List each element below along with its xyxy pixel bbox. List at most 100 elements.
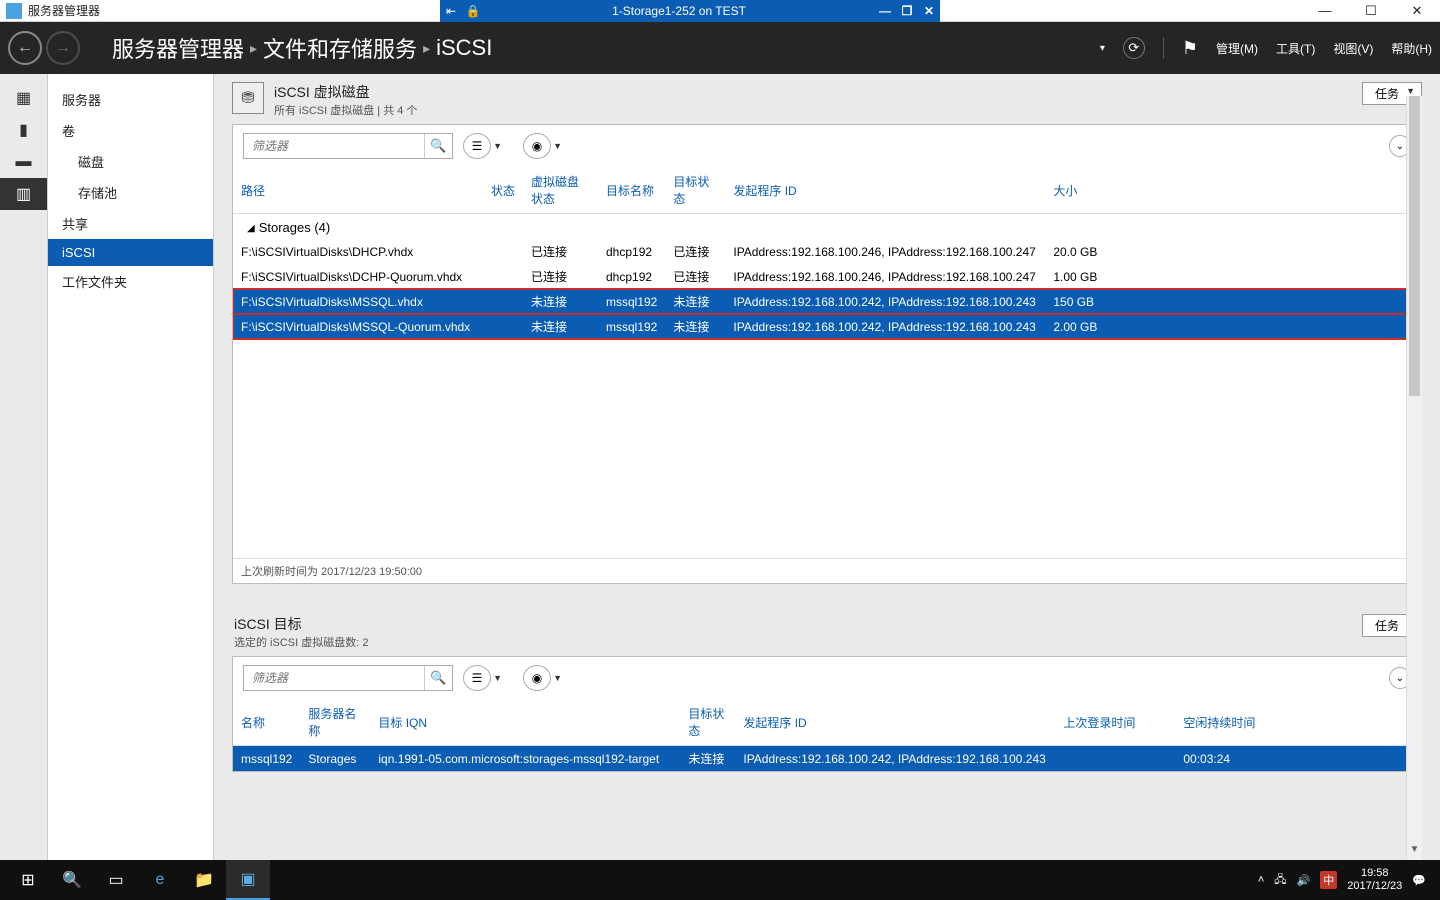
chevron-down-icon: ◢ xyxy=(247,223,255,234)
menu-tools[interactable]: 工具(T) xyxy=(1276,40,1315,57)
vdisk-table: 路径 状态 虚拟磁盘状态 目标名称 目标状态 发起程序 ID 大小 ◢ Stora… xyxy=(233,167,1421,339)
vdisk-group-dropdown[interactable]: ◉▼ xyxy=(523,133,551,159)
vdisk-toolbar: 🔍 ☰▼ ◉▼ ⌄ xyxy=(233,125,1421,167)
col-size[interactable]: 大小 xyxy=(1045,167,1421,214)
remote-restore-button[interactable]: ❐ xyxy=(896,4,918,18)
search-icon[interactable]: 🔍 xyxy=(424,666,452,690)
vdisk-title: iSCSI 虚拟磁盘 xyxy=(274,82,417,102)
outer-max-button[interactable]: ☐ xyxy=(1348,0,1394,22)
rail-iscsi-icon[interactable]: ▥ xyxy=(0,178,47,210)
menu-help[interactable]: 帮助(H) xyxy=(1391,40,1432,57)
table-row[interactable]: F:\iSCSIVirtualDisks\DHCP.vhdx已连接dhcp192… xyxy=(233,239,1421,264)
taskbar-servermanager-icon[interactable]: ▣ xyxy=(226,860,270,900)
outer-min-button[interactable]: — xyxy=(1302,0,1348,22)
target-toolbar: 🔍 ☰▼ ◉▼ ⌄ xyxy=(233,657,1421,699)
notifications-flag-icon[interactable]: ⚑ xyxy=(1182,38,1198,59)
col-tstatus[interactable]: 目标状态 xyxy=(665,167,725,214)
tray-up-icon[interactable]: ˄ xyxy=(1258,874,1264,886)
vdisk-view-dropdown[interactable]: ☰▼ xyxy=(463,133,491,159)
remote-min-button[interactable]: — xyxy=(874,4,896,18)
content-area: ⛃ iSCSI 虚拟磁盘 所有 iSCSI 虚拟磁盘 | 共 4 个 任务 🔍 … xyxy=(214,74,1440,860)
refresh-icon[interactable]: ⟳ xyxy=(1123,37,1145,59)
tray-sound-icon[interactable]: 🔊 xyxy=(1297,874,1311,887)
menu-manage[interactable]: 管理(M) xyxy=(1216,40,1258,57)
vdisk-panel-header: ⛃ iSCSI 虚拟磁盘 所有 iSCSI 虚拟磁盘 | 共 4 个 任务 xyxy=(232,82,1422,118)
nav-disks[interactable]: 磁盘 xyxy=(48,146,213,177)
nav-shares[interactable]: 共享 xyxy=(48,208,213,239)
rail-disks-icon[interactable]: ▬ xyxy=(0,146,47,178)
bc-dropdown-icon[interactable]: ▾ xyxy=(1100,43,1105,54)
tcol-init[interactable]: 发起程序 ID xyxy=(735,699,1055,746)
target-filter[interactable]: 🔍 xyxy=(243,665,453,691)
nav-volumes[interactable]: 卷 xyxy=(48,115,213,146)
lock-icon: 🔒 xyxy=(462,4,484,18)
table-row[interactable]: F:\iSCSIVirtualDisks\MSSQL-Quorum.vhdx未连… xyxy=(233,314,1421,339)
table-row[interactable]: mssql192 Storages iqn.1991-05.com.micros… xyxy=(233,746,1421,772)
vdisk-filter[interactable]: 🔍 xyxy=(243,133,453,159)
scroll-thumb[interactable] xyxy=(1409,96,1420,396)
group-label: Storages (4) xyxy=(259,220,331,235)
col-path[interactable]: 路径 xyxy=(233,167,483,214)
tray-clock[interactable]: 19:58 2017/12/23 xyxy=(1347,867,1402,893)
search-icon[interactable]: 🔍 xyxy=(424,134,452,158)
target-title: iSCSI 目标 xyxy=(234,614,368,634)
target-group-dropdown[interactable]: ◉▼ xyxy=(523,665,551,691)
tray-notifications-icon[interactable]: 💬 xyxy=(1412,874,1426,887)
vdisk-panel: 🔍 ☰▼ ◉▼ ⌄ 路径 状态 虚拟磁盘状态 目标名称 目标状态 发起程序 ID… xyxy=(232,124,1422,584)
nav-list: 服务器 卷 磁盘 存储池 共享 iSCSI 工作文件夹 xyxy=(48,74,214,860)
col-tname[interactable]: 目标名称 xyxy=(598,167,665,214)
table-row[interactable]: F:\iSCSIVirtualDisks\MSSQL.vhdx未连接mssql1… xyxy=(233,289,1421,314)
chevron-right-icon: ▸ xyxy=(250,40,257,57)
tray-time: 19:58 xyxy=(1347,867,1402,880)
taskbar: ⊞ 🔍 ▭ e 📁 ▣ ˄ 🖧 🔊 中 19:58 2017/12/23 💬 xyxy=(0,860,1440,900)
tray-network-icon[interactable]: 🖧 xyxy=(1274,871,1286,890)
rail-volumes-icon[interactable]: ▮ xyxy=(0,114,47,146)
chevron-right-icon: ▸ xyxy=(423,40,430,57)
target-filter-input[interactable] xyxy=(244,671,424,685)
tcol-lastlogin[interactable]: 上次登录时间 xyxy=(1055,699,1175,746)
target-panel-header: iSCSI 目标 选定的 iSCSI 虚拟磁盘数: 2 任务 xyxy=(232,614,1422,650)
app-icon xyxy=(6,3,22,19)
sm-header: ← → 服务器管理器 ▸ 文件和存储服务 ▸ iSCSI ▾ ⟳ ⚑ 管理(M)… xyxy=(0,22,1440,74)
taskbar-explorer-icon[interactable]: 📁 xyxy=(182,860,226,900)
col-initiator[interactable]: 发起程序 ID xyxy=(725,167,1045,214)
tcol-idle[interactable]: 空闲持续时间 xyxy=(1175,699,1421,746)
bc-iscsi[interactable]: iSCSI xyxy=(436,35,492,61)
task-view-icon[interactable]: ▭ xyxy=(94,860,138,900)
target-panel: 🔍 ☰▼ ◉▼ ⌄ 名称 服务器名称 目标 IQN 目标状态 发起程序 ID 上… xyxy=(232,656,1422,772)
nav-servers[interactable]: 服务器 xyxy=(48,84,213,115)
pin-icon[interactable]: ⇤ xyxy=(440,4,462,18)
group-row[interactable]: ◢ Storages (4) xyxy=(233,214,1421,240)
taskbar-ie-icon[interactable]: e xyxy=(138,860,182,900)
taskbar-search-icon[interactable]: 🔍 xyxy=(50,860,94,900)
rail-servers-icon[interactable]: ▦ xyxy=(0,82,47,114)
nav-pools[interactable]: 存储池 xyxy=(48,177,213,208)
col-vstatus[interactable]: 虚拟磁盘状态 xyxy=(523,167,598,214)
vdisk-header-icon: ⛃ xyxy=(232,82,264,114)
remote-connection-bar: ⇤ 🔒 1-Storage1-252 on TEST — ❐ ✕ xyxy=(440,0,940,22)
start-button[interactable]: ⊞ xyxy=(6,860,50,900)
tray-date: 2017/12/23 xyxy=(1347,880,1402,893)
menu-view[interactable]: 视图(V) xyxy=(1333,40,1373,57)
tcol-iqn[interactable]: 目标 IQN xyxy=(370,699,680,746)
nav-iscsi[interactable]: iSCSI xyxy=(48,239,213,266)
target-view-dropdown[interactable]: ☰▼ xyxy=(463,665,491,691)
nav-back-button[interactable]: ← xyxy=(8,31,42,65)
col-status[interactable]: 状态 xyxy=(483,167,523,214)
tcol-server[interactable]: 服务器名称 xyxy=(300,699,370,746)
tray-ime-icon[interactable]: 中 xyxy=(1320,871,1337,889)
nav-workfolders[interactable]: 工作文件夹 xyxy=(48,266,213,297)
divider xyxy=(1163,37,1164,59)
content-scrollbar[interactable]: ▲ ▼ xyxy=(1406,96,1422,860)
outer-close-button[interactable]: ✕ xyxy=(1394,0,1440,22)
vdisk-footer: 上次刷新时间为 2017/12/23 19:50:00 xyxy=(233,558,1421,583)
tcol-name[interactable]: 名称 xyxy=(233,699,300,746)
vdisk-filter-input[interactable] xyxy=(244,139,424,153)
bc-root[interactable]: 服务器管理器 xyxy=(112,32,244,64)
table-row[interactable]: F:\iSCSIVirtualDisks\DCHP-Quorum.vhdx已连接… xyxy=(233,264,1421,289)
nav-forward-button: → xyxy=(46,31,80,65)
scroll-down-icon[interactable]: ▼ xyxy=(1407,844,1422,860)
remote-close-button[interactable]: ✕ xyxy=(918,4,940,18)
tcol-tstatus[interactable]: 目标状态 xyxy=(680,699,735,746)
bc-files[interactable]: 文件和存储服务 xyxy=(263,32,417,64)
